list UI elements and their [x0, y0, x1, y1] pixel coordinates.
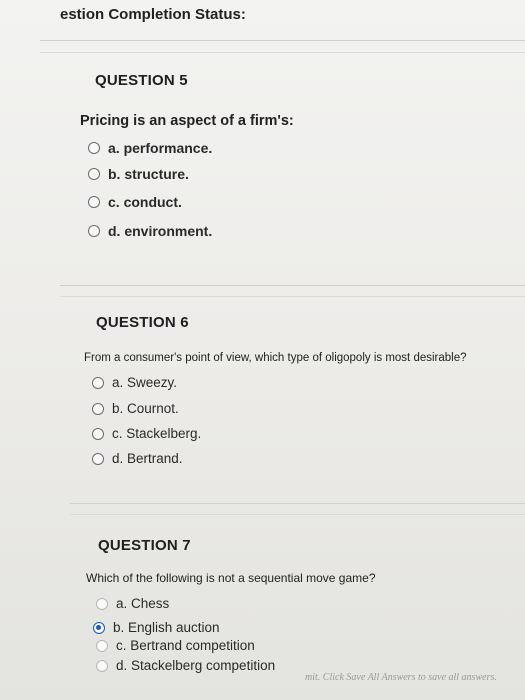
divider	[70, 503, 525, 504]
divider	[60, 296, 525, 297]
option-label: b. structure.	[108, 166, 189, 182]
option-label: a. Chess	[116, 596, 170, 611]
radio-button[interactable]	[96, 639, 108, 652]
question-text: Pricing is an aspect of a firm's:	[80, 113, 294, 129]
question-text: From a consumer's point of view, which t…	[84, 352, 467, 364]
radio-button[interactable]	[88, 196, 100, 208]
option-label: c. Bertrand competition	[116, 638, 255, 653]
option-label: a. Sweezy.	[112, 375, 178, 390]
option-label: b. Cournot.	[112, 401, 179, 416]
radio-button[interactable]	[92, 402, 104, 415]
radio-button[interactable]	[96, 659, 108, 672]
save-all-answers-note: mit. Click Save All Answers to save all …	[305, 672, 497, 683]
quiz-page: estion Completion Status: QUESTION 5 Pri…	[0, 0, 525, 700]
question-text: Which of the following is not a sequenti…	[86, 571, 376, 585]
radio-button[interactable]	[96, 597, 108, 610]
answer-option-b[interactable]: b. Cournot.	[92, 401, 179, 416]
option-label: d. Stackelberg competition	[116, 658, 276, 673]
answer-option-b[interactable]: b. structure.	[88, 166, 189, 182]
option-label: c. Stackelberg.	[112, 426, 202, 441]
option-label: c. conduct.	[108, 194, 182, 210]
divider	[70, 514, 525, 515]
completion-status-title: estion Completion Status:	[60, 6, 246, 23]
question-title: QUESTION 7	[98, 537, 191, 554]
answer-option-d[interactable]: d. Stackelberg competition	[96, 658, 275, 673]
answer-option-a[interactable]: a. Chess	[96, 596, 169, 611]
radio-button[interactable]	[92, 452, 104, 465]
radio-button-selected[interactable]	[93, 621, 105, 634]
question-title: QUESTION 5	[95, 72, 188, 89]
answer-option-d[interactable]: d. environment.	[88, 223, 212, 239]
divider	[40, 52, 525, 53]
question-title: QUESTION 6	[96, 314, 189, 331]
answer-option-a[interactable]: a. Sweezy.	[92, 375, 177, 390]
radio-button[interactable]	[92, 427, 104, 440]
option-label: a. performance.	[108, 140, 213, 156]
option-label: d. Bertrand.	[112, 451, 183, 466]
answer-option-c[interactable]: c. Stackelberg.	[92, 426, 201, 441]
answer-option-b[interactable]: b. English auction	[93, 620, 220, 635]
answer-option-c[interactable]: c. conduct.	[88, 194, 182, 210]
answer-option-d[interactable]: d. Bertrand.	[92, 451, 183, 466]
option-label: d. environment.	[108, 223, 213, 239]
divider	[40, 40, 525, 41]
answer-option-a[interactable]: a. performance.	[88, 140, 212, 156]
answer-option-c[interactable]: c. Bertrand competition	[96, 638, 255, 653]
option-label: b. English auction	[113, 620, 220, 635]
radio-button[interactable]	[88, 142, 100, 154]
radio-button[interactable]	[88, 168, 100, 180]
radio-button[interactable]	[88, 225, 100, 237]
divider	[60, 285, 525, 286]
radio-button[interactable]	[92, 376, 104, 389]
